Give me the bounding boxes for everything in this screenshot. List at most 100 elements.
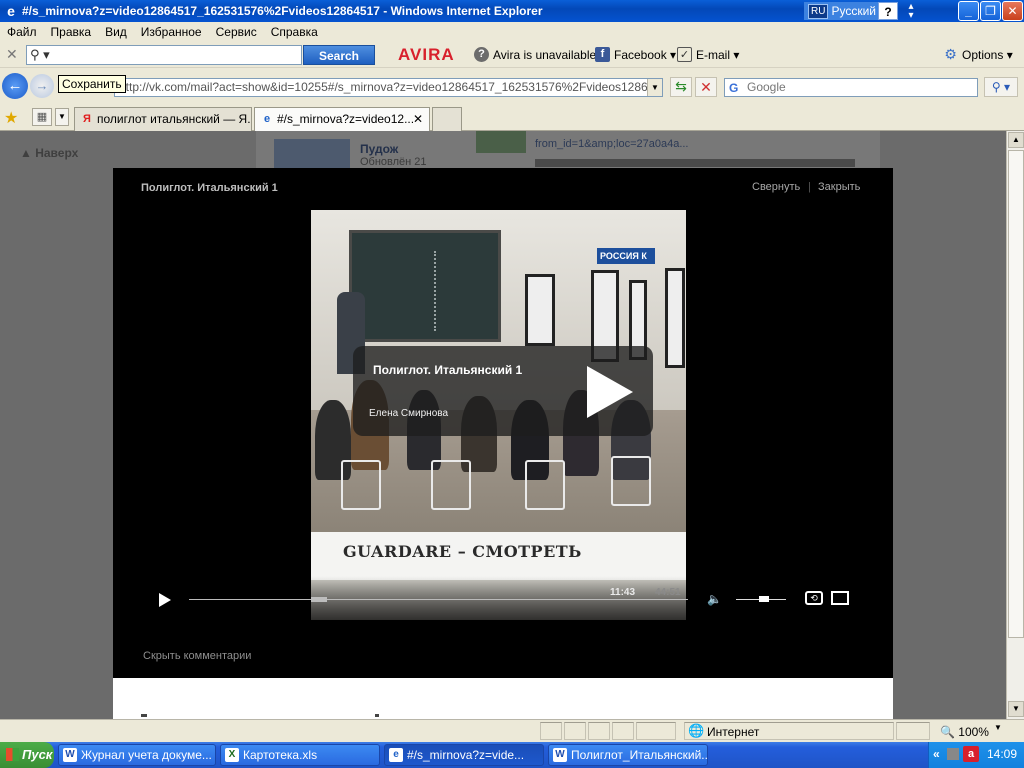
taskbar-item-word-poliglot[interactable]: W Полиглот_Итальянский... — [548, 744, 708, 766]
close-window-button[interactable]: ✕ — [1002, 1, 1023, 21]
tab-vk[interactable]: e #/s_mirnova?z=video12... ✕ — [254, 107, 430, 131]
overlay-author[interactable]: Елена Смирнова — [369, 408, 448, 419]
status-segment — [564, 722, 586, 740]
save-tooltip: Сохранить — [58, 75, 126, 93]
google-icon: G — [729, 81, 739, 95]
status-bar: 🌐 Интернет 🔍 100% ▼ — [0, 719, 1024, 742]
status-segment — [612, 722, 634, 740]
scroll-top-link[interactable]: ▲ Наверх — [20, 146, 78, 160]
start-button[interactable]: Пуск — [0, 742, 54, 768]
taskbar-item-label: Полиглот_Итальянский... — [571, 748, 708, 762]
status-segment — [540, 722, 562, 740]
progress-thumb[interactable] — [310, 597, 327, 602]
avira-status[interactable]: ? Avira is unavailable — [474, 47, 596, 62]
network-icon[interactable] — [947, 748, 959, 760]
tab-list-dropdown-icon[interactable]: ▼ — [55, 108, 69, 126]
hide-comments-link[interactable]: Скрыть комментарии — [143, 650, 251, 662]
play-icon[interactable] — [159, 593, 171, 607]
video-info-overlay[interactable]: Полиглот. Итальянский 1 Елена Смирнова — [353, 346, 653, 436]
url-dropdown-icon[interactable]: ▼ — [647, 79, 662, 96]
menu-favorites[interactable]: Избранное — [134, 25, 209, 39]
minimize-button[interactable]: _ — [958, 1, 979, 21]
google-search-input[interactable]: G Google — [724, 78, 978, 97]
big-play-icon[interactable] — [587, 366, 633, 418]
close-toolbar-icon[interactable]: ✕ — [6, 46, 18, 63]
new-tab-button[interactable] — [432, 107, 462, 131]
back-button[interactable]: ← — [2, 73, 28, 99]
scroll-down-button[interactable]: ▼ — [1008, 701, 1024, 717]
email-menu[interactable]: ✓ E-mail ▾ — [677, 47, 739, 62]
fullscreen-icon[interactable] — [831, 591, 849, 605]
zoom-dropdown-icon[interactable]: ▼ — [994, 723, 1002, 732]
menu-tools[interactable]: Сервис — [209, 25, 264, 39]
loop-icon[interactable]: ⟲ — [805, 591, 823, 605]
collapse-video-link[interactable]: Свернуть — [752, 181, 800, 193]
help-icon[interactable]: ? — [878, 2, 898, 20]
google-search-placeholder: Google — [747, 80, 786, 94]
search-go-button[interactable]: ⚲ ▾ — [984, 77, 1018, 97]
text-fragment — [141, 714, 147, 717]
globe-icon: 🌐 — [688, 723, 705, 738]
stop-button[interactable]: ✕ — [695, 77, 717, 97]
avira-tray-icon[interactable]: a — [963, 746, 979, 762]
status-segment — [636, 722, 676, 740]
system-tray: « a 14:09 — [928, 742, 1024, 768]
taskbar-item-excel[interactable]: X Картотека.xls — [220, 744, 380, 766]
post-avatar[interactable] — [476, 131, 526, 153]
menu-view[interactable]: Вид — [98, 25, 134, 39]
zoom-level[interactable]: 🔍 100% — [940, 725, 989, 739]
close-tab-icon[interactable]: ✕ — [413, 108, 423, 130]
group-updated-text: Обновлён 21 — [360, 156, 427, 168]
scroll-up-button[interactable]: ▲ — [1008, 132, 1024, 148]
post-image — [535, 159, 855, 167]
taskbar-item-label: Журнал учета докуме... — [81, 748, 212, 762]
page-scrollbar[interactable]: ▲ ▼ — [1006, 131, 1024, 719]
tab-yandex[interactable]: Я полиглот итальянский — Я... — [74, 107, 252, 131]
refresh-button[interactable]: ⇆ — [670, 77, 692, 97]
protected-mode-segment[interactable] — [896, 722, 930, 740]
volume-icon[interactable]: 🔈 — [707, 592, 722, 606]
favorites-star-icon[interactable]: ★ — [4, 108, 18, 128]
address-bar: ← → Сохранить http://vk.com/mail?act=sho… — [0, 69, 1024, 104]
tray-expand-icon[interactable]: « — [933, 747, 940, 761]
maximize-button[interactable]: ❐ — [980, 1, 1001, 21]
window-titlebar[interactable]: e #/s_mirnova?z=video12864517_162531576%… — [0, 0, 1024, 22]
comments-panel — [113, 678, 893, 719]
facebook-menu[interactable]: f Facebook ▾ — [595, 47, 676, 62]
options-menu[interactable]: ⚙ Options ▾ — [943, 47, 1013, 62]
overlay-video-title: Полиглот. Итальянский 1 — [373, 363, 523, 377]
facebook-icon: f — [595, 47, 610, 62]
avira-logo[interactable]: AVIRA — [398, 45, 455, 65]
progress-bar[interactable] — [189, 599, 688, 600]
tab-label: полиглот итальянский — Я... — [97, 112, 252, 126]
url-field[interactable]: http://vk.com/mail?act=show&id=10255#/s_… — [114, 78, 663, 97]
group-name-link[interactable]: Пудож — [360, 142, 398, 156]
language-bar-options-icon[interactable]: ▴ ▾ — [904, 2, 918, 21]
zoom-value: 100% — [958, 725, 989, 739]
quick-tabs-icon[interactable]: ▦ — [32, 108, 52, 126]
word-icon: W — [553, 748, 567, 762]
taskbar: Пуск W Журнал учета докуме... X Картотек… — [0, 742, 1024, 768]
search-icon: ⚲ ▾ — [30, 47, 50, 62]
menu-file[interactable]: Файл — [0, 25, 44, 39]
avira-search-input[interactable]: ⚲ ▾ — [26, 45, 302, 65]
close-video-link[interactable]: Закрыть — [818, 181, 860, 193]
windows-flag-icon — [6, 748, 19, 761]
language-indicator[interactable]: RU Русский — [804, 2, 880, 20]
ie-icon: e — [263, 113, 271, 125]
menu-edit[interactable]: Правка — [44, 25, 99, 39]
menu-bar: Файл Правка Вид Избранное Сервис Справка — [0, 22, 1024, 42]
avira-toolbar: ✕ ⚲ ▾ Search AVIRA ? Avira is unavailabl… — [0, 42, 1024, 68]
video-scene-picture — [525, 274, 555, 346]
post-link-text[interactable]: from_id=1&amp;loc=27a0a4a... — [535, 138, 689, 150]
gear-icon: ⚙ — [944, 46, 957, 62]
menu-help[interactable]: Справка — [264, 25, 325, 39]
header-separator: | — [808, 181, 811, 193]
avira-search-button[interactable]: Search — [303, 45, 375, 65]
scroll-thumb[interactable] — [1008, 150, 1024, 638]
taskbar-item-ie[interactable]: e #/s_mirnova?z=vide... — [384, 744, 544, 766]
volume-thumb[interactable] — [758, 596, 769, 602]
taskbar-item-word-journal[interactable]: W Журнал учета докуме... — [58, 744, 216, 766]
forward-button[interactable]: → — [30, 74, 54, 98]
clock[interactable]: 14:09 — [987, 747, 1017, 761]
